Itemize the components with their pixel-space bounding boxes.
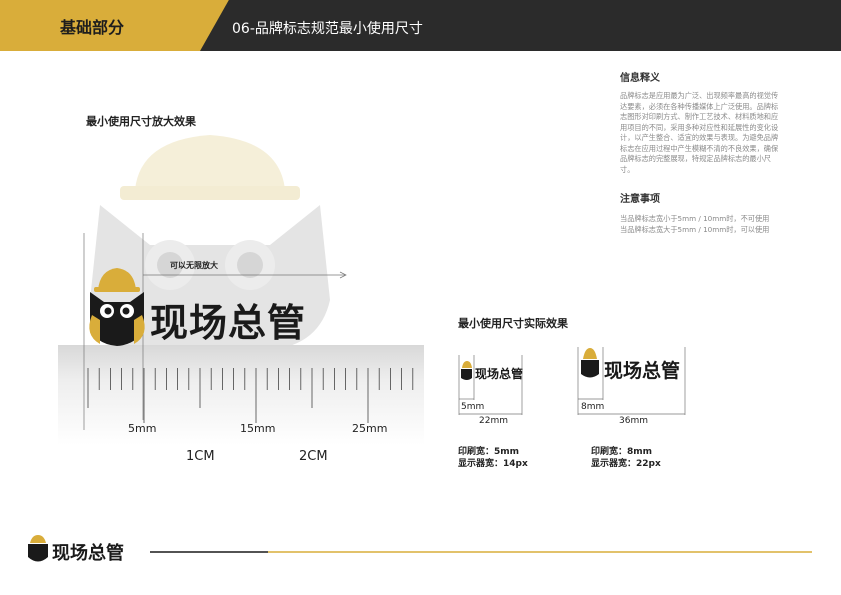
ruler-label-25mm: 25mm bbox=[352, 422, 388, 435]
ruler-label-5mm: 5mm bbox=[128, 422, 157, 435]
small-owl-logo-icon-2 bbox=[581, 348, 599, 378]
zoom-logo-text: 现场总管 bbox=[150, 301, 307, 345]
ruler-label-2cm: 2CM bbox=[299, 449, 328, 464]
note-title: 注意事项 bbox=[620, 194, 660, 205]
note-line-1: 当品牌标志宽小于5mm / 10mm时，不可使用 bbox=[620, 214, 770, 223]
small-owl-logo-icon-1 bbox=[461, 361, 472, 380]
spec-print-1: 印刷宽：5mm bbox=[458, 447, 520, 457]
measure-outer-2: 36mm bbox=[619, 416, 648, 426]
zoom-section-title: 最小使用尺寸放大效果 bbox=[86, 115, 196, 128]
spec-screen-1: 显示器宽：14px bbox=[458, 459, 528, 469]
ruler-label-1cm: 1CM bbox=[186, 449, 215, 464]
spec-screen-2: 显示器宽：22px bbox=[591, 459, 661, 469]
measure-inner-2: 8mm bbox=[581, 402, 605, 412]
ruler-label-15mm: 15mm bbox=[240, 422, 276, 435]
actual-logo-text-1: 现场总管 bbox=[475, 367, 524, 381]
watermark-helmet-icon bbox=[120, 135, 300, 200]
info-title: 信息释义 bbox=[620, 73, 660, 84]
illustration-layer bbox=[28, 135, 812, 562]
actual-section-title: 最小使用尺寸实际效果 bbox=[458, 317, 568, 330]
measure-outer-1: 22mm bbox=[479, 416, 508, 426]
footer-logo-text: 现场总管 bbox=[52, 543, 124, 564]
measure-inner-1: 5mm bbox=[461, 402, 485, 412]
footer-owl-logo-icon bbox=[28, 535, 48, 562]
spec-print-2: 印刷宽：8mm bbox=[591, 447, 653, 457]
info-body: 品牌标志是应用最为广泛、出现频率最高的视觉传达要素，必须在各种传播媒体上广泛使用… bbox=[620, 91, 779, 174]
note-line-2: 当品牌标志宽大于5mm / 10mm时，可以使用 bbox=[620, 225, 770, 234]
actual-logo-text-2: 现场总管 bbox=[604, 360, 681, 382]
expand-label: 可以无限放大 bbox=[170, 261, 218, 270]
